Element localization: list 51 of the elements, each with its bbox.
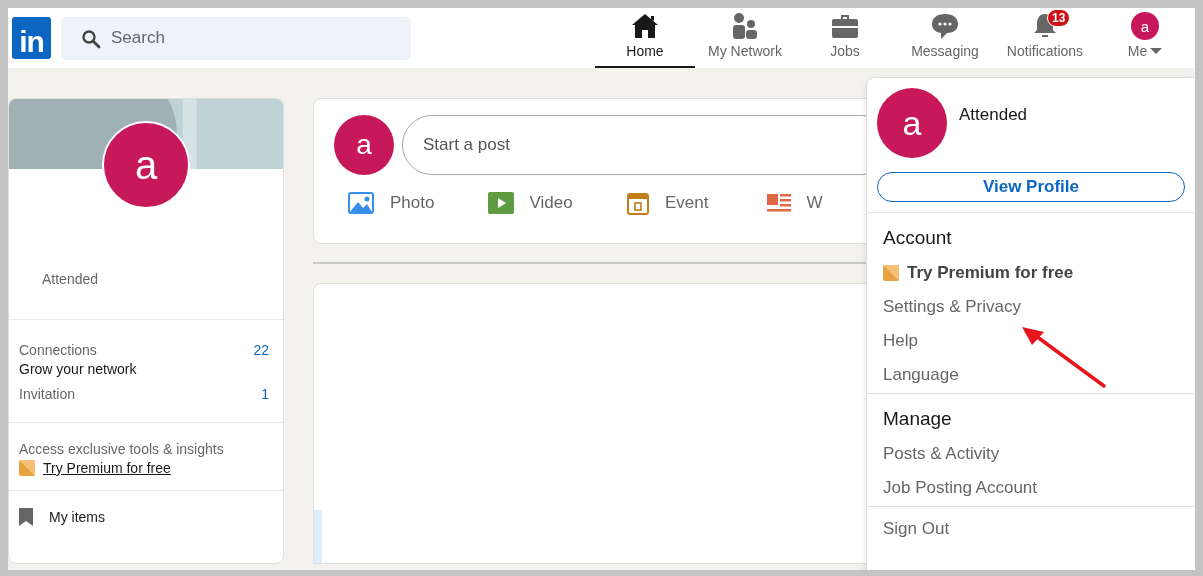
stat-caption: Grow your network [19,361,137,377]
nav-tab[interactable]: a Me [1095,8,1195,68]
section-heading: Manage [883,408,953,430]
profile-subtitle: Attended [42,271,100,289]
avatar[interactable]: a [877,88,947,158]
premium-note: Access exclusive tools & insights [19,441,225,457]
bookmark-icon [19,508,33,526]
avatar: a [1131,12,1159,40]
profile-subtitle: Attended [959,105,1028,125]
chat-icon [930,12,960,40]
stat-label: Invitation [19,386,76,402]
premium-link[interactable]: Try Premium for free [43,460,171,476]
search-field[interactable]: Search [61,16,411,60]
play-icon [487,192,514,214]
section-heading: Account [883,227,953,249]
stat-row[interactable]: Connections Grow your network 22 [19,342,273,377]
briefcase-icon [831,13,859,39]
post-action[interactable]: Video [473,191,613,215]
stat-label: Connections [19,342,98,358]
profile-avatar[interactable]: a [102,121,190,209]
avatar[interactable]: a [334,115,394,175]
my-items-link[interactable]: My items [9,490,283,538]
article-icon [766,192,791,214]
home-icon [631,13,659,39]
menu-item[interactable]: Language [883,365,959,385]
nav-tab[interactable]: My Network [695,8,795,68]
people-icon [731,12,759,40]
menu-item[interactable]: Settings & Privacy [883,297,1021,317]
nav-tab[interactable]: Messaging [895,8,995,68]
menu-item[interactable]: Posts & Activity [883,444,1000,464]
nav-tab[interactable]: 13 Notifications [995,8,1095,68]
premium-icon [19,460,35,476]
view-profile-button[interactable]: View Profile [877,172,1185,202]
menu-item[interactable]: Help [883,331,918,351]
menu-item[interactable]: Try Premium for free [883,263,1074,283]
post-action[interactable]: Event [613,191,753,215]
calendar-icon [627,191,649,215]
nav-tab[interactable]: Jobs [795,8,895,68]
post-action[interactable]: Photo [334,191,474,215]
logo[interactable]: in [12,17,51,59]
search-icon [81,28,101,49]
stat-row[interactable]: Invitation 1 [19,386,273,402]
caret-icon [1150,47,1163,55]
premium-icon [883,265,899,281]
nav-tab[interactable]: Home [595,8,695,68]
menu-item[interactable]: Job Posting Account [883,478,1038,498]
stat-value: 22 [253,342,270,358]
notification-count: 13 [1047,9,1071,27]
stat-value: 1 [261,386,270,402]
menu-item[interactable]: Sign Out [867,506,1195,539]
image-icon [348,192,374,214]
